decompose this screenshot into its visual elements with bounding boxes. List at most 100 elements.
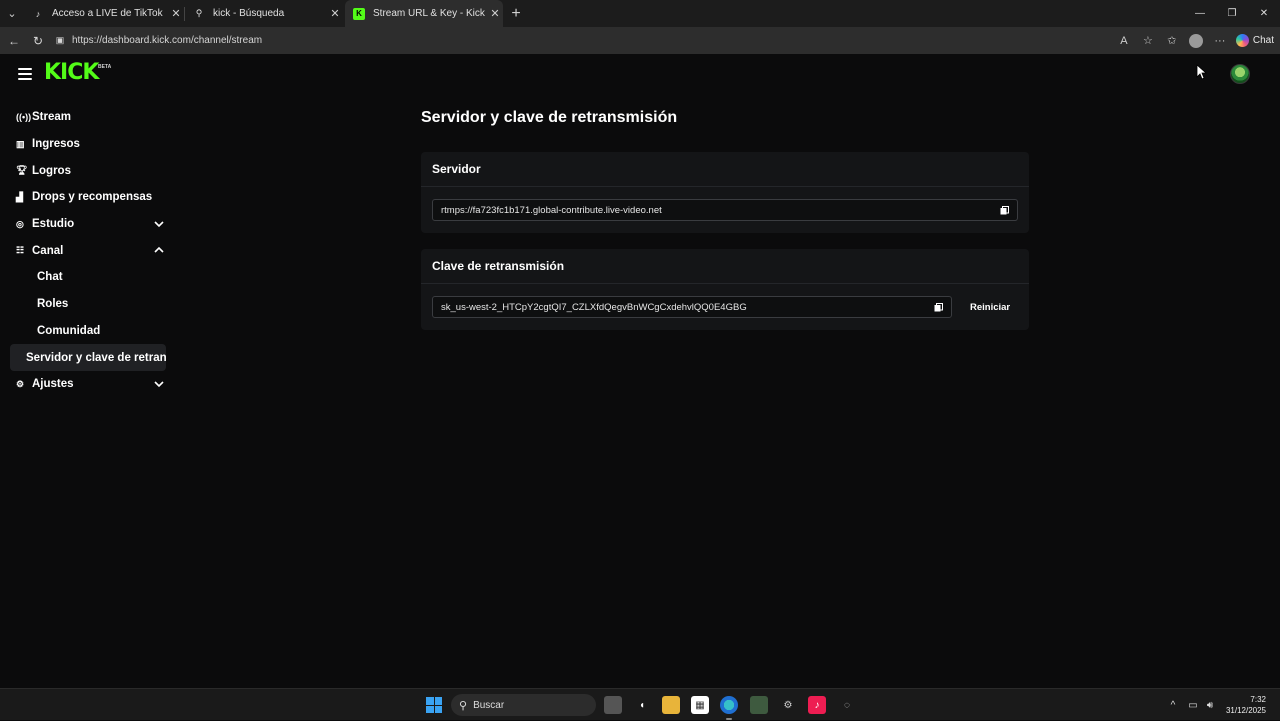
chevron-up-icon[interactable]: ^: [1166, 700, 1180, 711]
close-icon[interactable]: ✕: [327, 7, 343, 20]
favorite-star-icon[interactable]: ☆: [1136, 27, 1160, 54]
minimize-icon[interactable]: —: [1184, 0, 1216, 27]
sidebar-item-ingresos[interactable]: ▥ Ingresos: [10, 131, 170, 158]
sidebar-item-label: Canal: [32, 244, 64, 257]
profile-icon[interactable]: [1184, 27, 1208, 54]
app-icon[interactable]: [750, 696, 768, 714]
server-url-field[interactable]: rtmps://fa723fc1b171.global-contribute.l…: [432, 199, 1018, 221]
taskbar-search-box[interactable]: ⚲ Buscar: [451, 694, 596, 716]
menu-icon[interactable]: [18, 68, 32, 80]
browser-tab-kick[interactable]: K Stream URL & Key - Kick Dashboard ✕: [345, 0, 503, 27]
tiktok-icon[interactable]: ♪: [808, 696, 826, 714]
sidebar-subitem-label: Servidor y clave de retransmisión: [26, 351, 166, 364]
avatar[interactable]: [1230, 64, 1250, 84]
stream-key-value: sk_us-west-2_HTCpY2cgtQI7_CZLXfdQegvBnWC…: [441, 301, 747, 313]
sidebar-subitem-roles[interactable]: Roles: [10, 291, 170, 318]
copilot-label: Chat: [1252, 35, 1274, 46]
page-viewport: KICK BETA ((•)) Stream ▥ Ingresos 🏆︎ Log…: [4, 54, 1276, 686]
chevron-down-icon[interactable]: [154, 379, 164, 389]
read-aloud-icon[interactable]: A: [1112, 27, 1136, 54]
chart-icon: ▥: [16, 138, 25, 149]
taskbar-search-placeholder: Buscar: [473, 699, 505, 711]
file-explorer-icon[interactable]: [662, 696, 680, 714]
stream-icon: ((•)): [16, 112, 32, 123]
page-title: Servidor y clave de retransmisión: [421, 109, 678, 126]
search-icon: ⚲: [459, 699, 468, 712]
close-icon[interactable]: ✕: [168, 7, 184, 20]
browser-tab-tiktok[interactable]: ♪ Acceso a LIVE de TikTok ✕: [24, 0, 184, 27]
browser-tab-search[interactable]: ⚲ kick - Búsqueda ✕: [185, 0, 343, 27]
windows-start-icon[interactable]: [426, 697, 442, 713]
stream-key-field[interactable]: sk_us-west-2_HTCpY2cgtQI7_CZLXfdQegvBnWC…: [432, 296, 952, 318]
back-icon[interactable]: ←: [2, 27, 26, 54]
volume-icon[interactable]: 🔊︎: [1202, 700, 1218, 711]
sidebar-item-label: Ajustes: [32, 378, 74, 391]
server-card: Servidor rtmps://fa723fc1b171.global-con…: [421, 152, 1029, 233]
server-url-value: rtmps://fa723fc1b171.global-contribute.l…: [441, 204, 662, 216]
sidebar-item-label: Drops y recompensas: [32, 191, 153, 204]
copy-icon[interactable]: [934, 303, 943, 312]
sidebar-subitem-label: Roles: [37, 298, 69, 311]
tab-actions-menu[interactable]: ⌄: [0, 0, 24, 27]
gear-icon: ⚙: [16, 378, 25, 389]
chevron-up-icon[interactable]: [154, 245, 164, 255]
site-info-icon[interactable]: ▣: [52, 35, 68, 46]
kick-icon: K: [353, 7, 365, 20]
system-tray: ^ ▭ 🔊︎: [1166, 689, 1218, 721]
network-icon[interactable]: ▭: [1184, 700, 1202, 711]
windows-taskbar: ⚲ Buscar ◖ ▦ ⚙ ♪ ◌ ^ ▭ 🔊︎ 7:32 31/12/202…: [0, 688, 1280, 720]
server-card-heading: Servidor: [421, 152, 1029, 187]
maximize-icon[interactable]: ❐: [1216, 0, 1248, 27]
reload-icon[interactable]: ↻: [26, 27, 50, 54]
copilot-icon: [1235, 34, 1249, 47]
sidebar-subitem-label: Comunidad: [37, 324, 101, 337]
system-clock[interactable]: 7:32 31/12/2025: [1226, 694, 1266, 716]
sidebar-item-ajustes[interactable]: ⚙ Ajustes: [10, 371, 170, 398]
sidebar-item-label: Stream: [32, 111, 71, 124]
tab-label: Acceso a LIVE de TikTok: [52, 8, 163, 19]
kick-logo[interactable]: KICK: [44, 62, 99, 84]
mouse-cursor-icon: [1196, 64, 1208, 80]
sidebar-subitem-comunidad[interactable]: Comunidad: [10, 318, 170, 345]
task-view-icon[interactable]: [604, 696, 622, 714]
clock-time: 7:32: [1250, 695, 1266, 704]
stream-key-card: Clave de retransmisión sk_us-west-2_HTCp…: [421, 249, 1029, 330]
copilot-chat-button[interactable]: Chat: [1235, 34, 1274, 47]
tab-label: kick - Búsqueda: [213, 8, 285, 19]
more-options-icon[interactable]: ···: [1208, 27, 1232, 54]
settings-gear-icon[interactable]: ⚙: [779, 696, 797, 714]
stream-key-card-heading: Clave de retransmisión: [421, 249, 1029, 284]
copy-icon[interactable]: [1000, 206, 1009, 215]
close-icon[interactable]: ✕: [487, 7, 503, 20]
store-icon[interactable]: ▦: [691, 696, 709, 714]
sidebar-item-label: Logros: [32, 164, 71, 177]
edge-browser-icon[interactable]: [720, 696, 738, 714]
sidebar-subitem-chat[interactable]: Chat: [10, 264, 170, 291]
sidebar-item-canal[interactable]: ☷ Canal: [10, 237, 170, 264]
clock-date: 31/12/2025: [1225, 706, 1266, 715]
sidebar-item-estudio[interactable]: ◎ Estudio: [10, 211, 170, 238]
browser-toolbar: ← ↻ ▣ https://dashboard.kick.com/channel…: [0, 27, 1280, 54]
close-window-icon[interactable]: ✕: [1248, 0, 1280, 27]
favorites-icon[interactable]: ✩: [1160, 27, 1184, 54]
sidebar-nav: ((•)) Stream ▥ Ingresos 🏆︎ Logros ▟ Drop…: [10, 104, 170, 398]
channel-icon: ☷: [16, 245, 25, 256]
reset-key-button[interactable]: Reiniciar: [970, 296, 1010, 318]
sidebar-item-stream[interactable]: ((•)) Stream: [10, 104, 170, 131]
sidebar-item-logros[interactable]: 🏆︎ Logros: [10, 157, 170, 184]
chevron-down-icon[interactable]: [154, 219, 164, 229]
url-text: https://dashboard.kick.com/channel/strea…: [72, 35, 263, 46]
drops-icon: ▟: [16, 191, 23, 202]
beta-badge: BETA: [98, 64, 112, 70]
window-controls: — ❐ ✕: [1184, 0, 1280, 27]
copilot-taskbar-icon[interactable]: ◖: [633, 696, 651, 714]
sidebar-item-label: Ingresos: [32, 138, 80, 151]
sidebar-item-drops[interactable]: ▟ Drops y recompensas: [10, 184, 170, 211]
sidebar-item-label: Estudio: [32, 218, 75, 231]
search-icon: ⚲: [195, 8, 203, 18]
app-icon[interactable]: ◌: [838, 696, 856, 714]
sidebar-subitem-stream-key[interactable]: Servidor y clave de retransmisión: [10, 344, 166, 371]
tiktok-icon: ♪: [35, 8, 41, 19]
address-bar[interactable]: ▣ https://dashboard.kick.com/channel/str…: [52, 30, 1162, 51]
new-tab-button[interactable]: +: [503, 0, 529, 27]
